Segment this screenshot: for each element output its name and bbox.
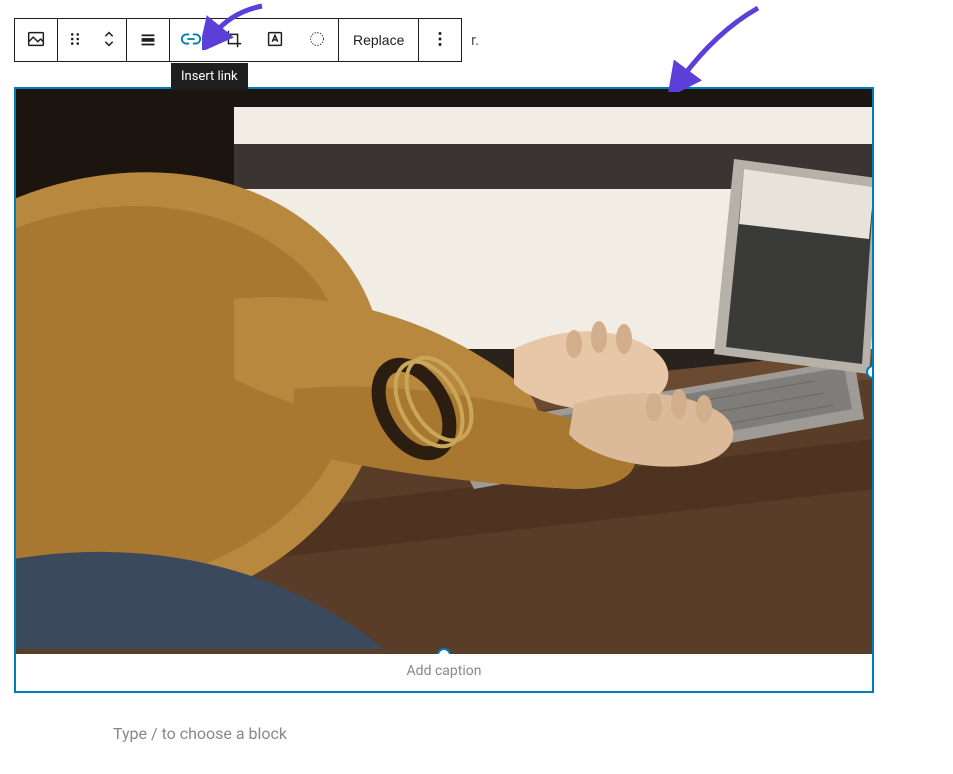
align-button[interactable]: [127, 19, 169, 61]
image-block[interactable]: Add caption: [14, 87, 874, 693]
toolbar-group-block: [15, 19, 58, 61]
drag-icon: [64, 28, 86, 53]
image-illustration: [16, 89, 872, 654]
image-caption-input[interactable]: Add caption: [16, 654, 872, 691]
crop-icon: [222, 28, 244, 53]
more-options-button[interactable]: [419, 19, 461, 61]
duotone-icon: [306, 28, 328, 53]
empty-block-prompt[interactable]: Type / to choose a block: [113, 724, 287, 743]
text-overlay-icon: [264, 28, 286, 53]
crop-button[interactable]: [212, 19, 254, 61]
image-content[interactable]: [16, 89, 872, 654]
insert-link-button[interactable]: [170, 19, 212, 61]
replace-button[interactable]: Replace: [339, 19, 418, 61]
move-up-down-button[interactable]: [92, 19, 126, 61]
toolbar-group-align: [127, 19, 170, 61]
toolbar-group-move: [58, 19, 127, 61]
toolbar-group-replace: Replace: [339, 19, 419, 61]
link-icon: [180, 28, 202, 53]
duotone-button[interactable]: [296, 19, 338, 61]
annotation-arrow-right: [668, 2, 768, 92]
move-up-down-icon: [98, 28, 120, 53]
image-icon: [25, 28, 47, 53]
block-toolbar: Replace: [14, 18, 462, 62]
toolbar-group-inline: [170, 19, 339, 61]
insert-link-tooltip: Insert link: [171, 63, 248, 90]
more-options-icon: [429, 28, 451, 53]
align-icon: [137, 28, 159, 53]
block-type-image-button[interactable]: [15, 19, 57, 61]
background-text-fragment: r.: [471, 31, 479, 49]
toolbar-group-more: [419, 19, 461, 61]
text-overlay-button[interactable]: [254, 19, 296, 61]
drag-handle-button[interactable]: [58, 19, 92, 61]
